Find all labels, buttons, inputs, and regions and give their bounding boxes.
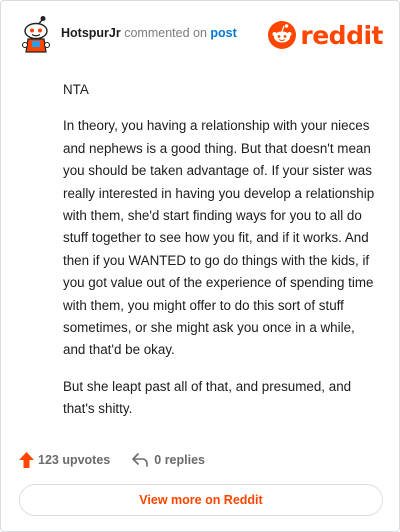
replies-count: 0 replies <box>154 453 205 467</box>
comment-body: NTA In theory, you having a relationship… <box>63 79 377 435</box>
view-more-button[interactable]: View more on Reddit <box>19 484 383 516</box>
comment-paragraph: In theory, you having a relationship wit… <box>63 118 375 358</box>
upvotes-count: 123 upvotes <box>38 453 111 467</box>
commented-on-text: commented on <box>124 26 207 40</box>
upvotes-button[interactable]: 123 upvotes <box>19 452 110 468</box>
post-link[interactable]: post <box>210 26 236 40</box>
view-more-label: View more on Reddit <box>139 493 263 507</box>
username-link[interactable]: HotspurJr <box>61 26 121 40</box>
comment-byline: HotspurJr commented on post <box>61 26 237 40</box>
comment-paragraph: But she leapt past all of that, and pres… <box>63 378 352 417</box>
comment-paragraph: NTA <box>63 82 89 97</box>
snoo-avatar-icon[interactable] <box>19 15 53 53</box>
replies-button[interactable]: 0 replies <box>132 453 205 467</box>
reddit-comment-embed: HotspurJr commented on post reddit NTA I… <box>0 0 400 532</box>
comment-header: HotspurJr commented on post reddit <box>17 15 383 55</box>
reply-arrow-icon <box>132 453 149 467</box>
upvote-arrow-icon <box>19 452 34 468</box>
comment-footer: 123 upvotes 0 replies <box>19 449 205 471</box>
reddit-logo[interactable]: reddit <box>268 18 383 52</box>
reddit-wordmark: reddit <box>300 20 383 50</box>
reddit-snoo-logo-icon <box>268 21 297 49</box>
